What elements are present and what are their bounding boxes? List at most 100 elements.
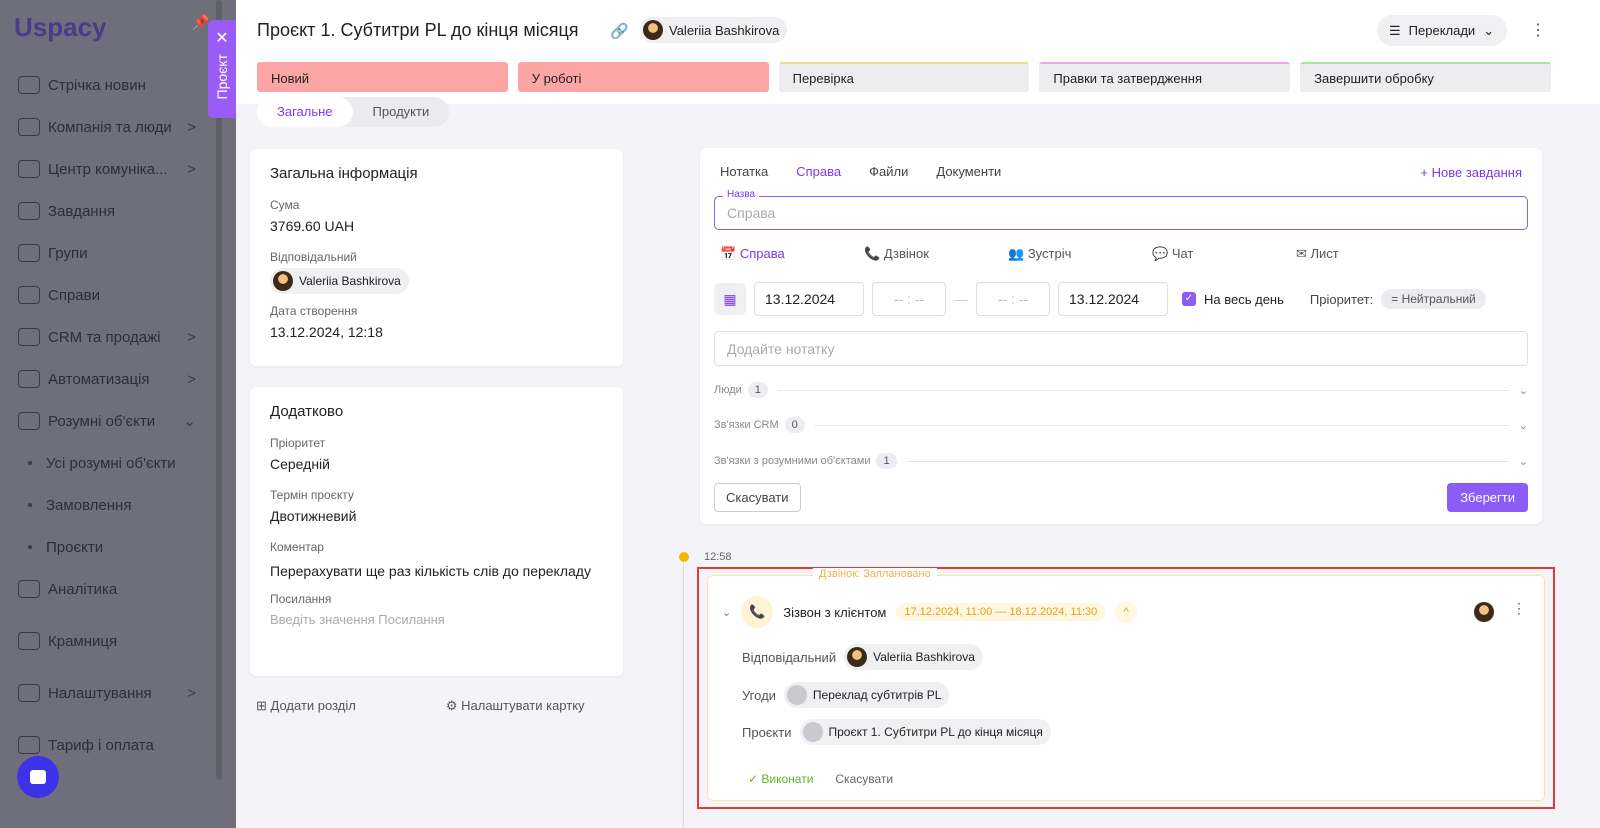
created-label: Дата створення xyxy=(270,304,358,318)
sidebar-item[interactable]: Усі розумні об'єкти xyxy=(18,442,218,484)
crm-links-section[interactable]: Зв'язки CRM 0 ⌄ xyxy=(714,417,1528,433)
sidebar-item-label: Центр комуніка... xyxy=(48,160,168,178)
term-value[interactable]: Двотижневий xyxy=(270,508,603,524)
sidebar-item[interactable]: Справи xyxy=(18,274,218,316)
add-section-button[interactable]: ⊞ Додати розділ xyxy=(256,698,356,714)
type-meeting[interactable]: 👥 Зустріч xyxy=(1008,246,1152,262)
configure-card-button[interactable]: ⚙ Налаштувати картку xyxy=(446,698,585,714)
sidebar-item[interactable]: Завдання xyxy=(18,190,218,232)
sidebar-item[interactable]: Групи xyxy=(18,232,218,274)
all-day-checkbox[interactable]: ✓ xyxy=(1182,292,1196,306)
tab-files[interactable]: Файли xyxy=(869,164,908,179)
sidebar-item[interactable]: Замовлення xyxy=(18,484,218,526)
stage-5[interactable]: Завершити обробку xyxy=(1300,62,1551,92)
sidebar-item-label: Розумні об'єкти xyxy=(48,412,156,430)
sidebar-item[interactable]: Аналітика xyxy=(18,568,218,610)
timeline-dot xyxy=(679,552,689,562)
call-projects: Проєкти Проєкт 1. Субтитри PL до кінця мі… xyxy=(742,719,1051,745)
tab-products[interactable]: Продукти xyxy=(353,97,450,127)
sidebar-item[interactable]: Стрічка новин xyxy=(18,64,218,106)
save-button[interactable]: Зберегти xyxy=(1447,483,1528,512)
logo[interactable]: Uspacy xyxy=(14,12,107,43)
sum-value[interactable]: 3769.60 UAH xyxy=(270,218,603,234)
call-header: ⌄ 📞 Зізвон з клієнтом 17.12.2024, 11:00 … xyxy=(722,596,1138,628)
tab-documents[interactable]: Документи xyxy=(936,164,1001,179)
store-icon xyxy=(18,632,40,650)
calendar-icon xyxy=(18,286,40,304)
link-input[interactable]: Введіть значення Посилання xyxy=(270,612,603,627)
sidebar-item[interactable]: Проєкти xyxy=(18,526,218,568)
date-from-input[interactable]: 13.12.2024 xyxy=(754,282,864,316)
tab-activity[interactable]: Справа xyxy=(796,164,841,179)
owner-chip[interactable]: Valeriia Bashkirova xyxy=(640,17,788,43)
category-select[interactable]: ☰ Переклади ⌄ xyxy=(1377,15,1507,46)
chevron-icon: > xyxy=(187,370,196,388)
chevron-down-icon: ⌄ xyxy=(1518,384,1528,397)
new-task-button[interactable]: + Нове завдання xyxy=(1420,165,1522,180)
stage-1[interactable]: Новий xyxy=(257,62,508,92)
created-value: 13.12.2024, 12:18 xyxy=(270,324,383,340)
chevron-icon: ⌄ xyxy=(183,413,196,430)
card-title: Загальна інформація xyxy=(270,165,418,182)
more-icon[interactable]: ⋮ xyxy=(1530,20,1546,40)
avatar[interactable] xyxy=(1474,602,1494,622)
complete-button[interactable]: ✓ Виконати xyxy=(748,772,813,786)
comment-label: Коментар xyxy=(270,540,324,554)
stage-2[interactable]: У роботі xyxy=(517,62,769,92)
priority-value[interactable]: Середній xyxy=(270,456,603,472)
calendar-icon[interactable]: ▦ xyxy=(714,283,746,315)
date-to-input[interactable]: 13.12.2024 xyxy=(1058,282,1168,316)
close-icon[interactable]: ✕ xyxy=(215,28,228,48)
responsible-chip[interactable]: Valeriia Bashkirova xyxy=(270,268,409,294)
smart-object-links-section[interactable]: Зв'язки з розумними об'єктами 1 ⌄ xyxy=(714,453,1528,469)
more-icon[interactable]: ⋮ xyxy=(1512,600,1526,617)
chevron-down-icon: ⌄ xyxy=(1518,419,1528,432)
chevron-up-icon[interactable]: ^ xyxy=(1115,601,1138,623)
type-chat[interactable]: 💬 Чат xyxy=(1152,246,1296,262)
sidebar-item-label: Стрічка новин xyxy=(48,76,146,94)
sidebar-item[interactable]: Центр комуніка... > xyxy=(18,148,218,190)
time-from-input[interactable]: -- : -- xyxy=(872,282,946,316)
tab-general[interactable]: Загальне xyxy=(257,97,353,127)
call-title[interactable]: Зізвон з клієнтом xyxy=(783,605,886,620)
note-input[interactable]: Додайте нотатку xyxy=(714,331,1528,366)
range-dash: — xyxy=(954,291,968,307)
type-call[interactable]: 📞 Дзвінок xyxy=(864,246,1008,262)
chevron-icon: > xyxy=(187,328,196,346)
collapse-icon[interactable]: ⌄ xyxy=(722,606,731,619)
stage-4[interactable]: Правки та затвердження xyxy=(1039,62,1291,92)
name-input[interactable]: Назва Справа xyxy=(714,189,1528,230)
sidebar-item-label: Налаштування xyxy=(48,684,152,702)
type-activity[interactable]: 📅 Справа xyxy=(720,246,864,262)
cancel-call-button[interactable]: Скасувати xyxy=(835,772,893,786)
tab-note[interactable]: Нотатка xyxy=(720,164,768,179)
project-panel-tab[interactable]: ✕ Проєкт xyxy=(208,20,236,118)
deal-chip[interactable]: Переклад субтитрів PL xyxy=(783,682,950,708)
all-day-label: На весь день xyxy=(1204,291,1284,307)
comment-value[interactable]: Перерахувати ще раз кількість слів до пе… xyxy=(270,560,603,582)
main-tabs: Загальне Продукти xyxy=(257,97,450,127)
sidebar-item[interactable]: CRM та продажі > xyxy=(18,316,218,358)
link-icon[interactable]: 🔗 xyxy=(610,22,629,40)
chat-icon xyxy=(30,770,46,784)
support-chat-button[interactable] xyxy=(17,756,59,798)
sidebar-item[interactable]: Налаштування > xyxy=(18,672,218,714)
stage-3[interactable]: Перевірка xyxy=(778,62,1030,92)
priority-select[interactable]: = Нейтральний xyxy=(1381,289,1486,309)
project-chip[interactable]: Проєкт 1. Субтитри PL до кінця місяця xyxy=(799,719,1051,745)
sidebar-item-label: Групи xyxy=(48,244,88,262)
sidebar-item[interactable]: Розумні об'єкти ⌄ xyxy=(18,400,218,442)
responsible-chip[interactable]: Valeriia Bashkirova xyxy=(844,644,983,670)
people-section[interactable]: Люди 1 ⌄ xyxy=(714,382,1528,398)
call-date-range[interactable]: 17.12.2024, 11:00 — 18.12.2024, 11:30 xyxy=(896,603,1106,621)
sidebar-item[interactable]: Компанія та люди > xyxy=(18,106,218,148)
sidebar-item[interactable]: Автоматизація > xyxy=(18,358,218,400)
type-mail[interactable]: ✉ Лист xyxy=(1296,246,1440,262)
chevron-icon: > xyxy=(187,684,196,702)
building-icon xyxy=(18,118,40,136)
call-actions: ✓ Виконати Скасувати xyxy=(748,772,893,786)
time-to-input[interactable]: -- : -- xyxy=(976,282,1050,316)
pin-icon[interactable]: 📌 xyxy=(192,14,209,31)
sidebar-item[interactable]: Крамниця xyxy=(18,620,218,662)
cancel-button[interactable]: Скасувати xyxy=(714,483,801,512)
